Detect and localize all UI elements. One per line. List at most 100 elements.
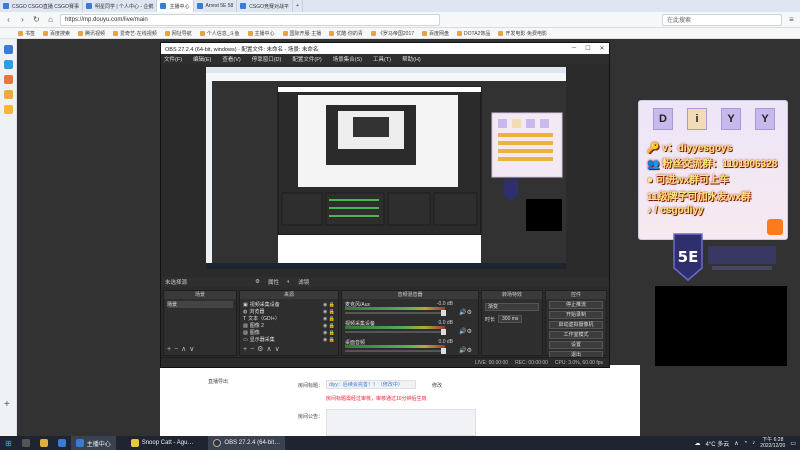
sidebar-app-icon[interactable] bbox=[3, 60, 13, 69]
sidebar-app-icon[interactable] bbox=[3, 75, 13, 84]
volume-icon[interactable]: ♪ bbox=[752, 440, 755, 446]
gear-icon[interactable]: ⚙ bbox=[255, 279, 260, 285]
bookmark-item[interactable]: 爱奇艺·在线视频 bbox=[113, 30, 157, 37]
control-button[interactable]: 停止推流 bbox=[549, 301, 603, 309]
bookmark-item[interactable]: 网址导航 bbox=[164, 30, 192, 37]
obs-menu-item[interactable]: 配置文件(P) bbox=[292, 55, 321, 63]
obs-preview[interactable] bbox=[206, 67, 566, 269]
minimize-icon[interactable]: ─ bbox=[567, 45, 581, 52]
close-icon[interactable]: ✕ bbox=[595, 45, 609, 52]
filters-button[interactable]: 滤镜 bbox=[298, 278, 309, 286]
bookmark-item[interactable]: 书签 bbox=[18, 30, 35, 37]
bookmark-item[interactable]: 优酷·你的青 bbox=[329, 30, 363, 37]
sidebar-app-icon[interactable] bbox=[3, 90, 13, 99]
taskbar-pinned[interactable] bbox=[53, 436, 71, 450]
add-icon[interactable]: + bbox=[4, 399, 10, 410]
filter-icon[interactable]: ◐ bbox=[287, 279, 290, 285]
room-title-field[interactable]: diyy：后续会完善！！（修改中） bbox=[326, 380, 416, 389]
bookmark-item[interactable]: 百度网盘 bbox=[422, 30, 449, 37]
forward-icon[interactable]: › bbox=[18, 15, 27, 24]
maximize-icon[interactable]: ☐ bbox=[581, 45, 595, 52]
visibility-lock-icon[interactable]: ◉ 🔒 bbox=[323, 323, 335, 329]
taskbar-app[interactable]: OBS 27.2.4 (64-bit… bbox=[208, 436, 286, 450]
duration-input[interactable]: 300 ms bbox=[498, 315, 523, 323]
volume-slider[interactable] bbox=[345, 312, 445, 314]
bookmark-item[interactable]: 《罗马帝国2017 bbox=[370, 30, 414, 37]
taskbar-pinned[interactable] bbox=[17, 436, 35, 450]
browser-tab[interactable]: Arrest 5E 58 bbox=[194, 0, 238, 12]
visibility-lock-icon[interactable]: ◉ 🔒 bbox=[323, 337, 335, 343]
bookmark-item[interactable]: 个人信息_斗鱼 bbox=[199, 30, 240, 37]
refresh-icon[interactable]: ↻ bbox=[32, 15, 41, 24]
menu-icon[interactable]: ≡ bbox=[787, 15, 796, 24]
sources-controls[interactable]: +−⚙∧∨ bbox=[243, 345, 283, 353]
visibility-lock-icon[interactable]: ◉ 🔒 bbox=[323, 316, 335, 322]
preview-screen-capture bbox=[206, 67, 566, 269]
taskbar-app[interactable]: Snoop Catt - Agu… bbox=[126, 436, 199, 450]
visibility-lock-icon[interactable]: ◉ 🔒 bbox=[323, 330, 335, 336]
volume-slider[interactable] bbox=[345, 350, 445, 352]
taskbar-pinned[interactable] bbox=[35, 436, 53, 450]
speaker-gear-icon[interactable]: 🔊⚙ bbox=[459, 309, 472, 316]
volume-slider-handle[interactable] bbox=[441, 310, 446, 316]
volume-slider[interactable] bbox=[345, 331, 445, 333]
network-icon[interactable]: ◔ bbox=[744, 440, 748, 446]
sidebar-app-icon[interactable] bbox=[3, 105, 13, 114]
start-button[interactable]: ⊞ bbox=[0, 436, 17, 450]
visibility-lock-icon[interactable]: ◉ 🔒 bbox=[323, 309, 335, 315]
source-item[interactable]: ◍ 浏览器 ◉ 🔒 bbox=[243, 308, 335, 316]
obs-menu-item[interactable]: 帮助(H) bbox=[402, 55, 421, 63]
tab-favicon-icon bbox=[160, 3, 167, 9]
source-item[interactable]: T 文本（GDI+） ◉ 🔒 bbox=[243, 315, 335, 323]
browser-tab-active[interactable]: 主播中心 bbox=[157, 0, 194, 12]
bookmark-item[interactable]: 腾讯视频 bbox=[78, 30, 105, 37]
scene-item[interactable]: 场景 bbox=[167, 301, 233, 308]
obs-menu-item[interactable]: 查看(V) bbox=[222, 55, 240, 63]
control-button[interactable]: 设置 bbox=[549, 341, 603, 349]
transitions-header: 转场特效 bbox=[482, 291, 542, 299]
source-item[interactable]: ▨ 图像 2 ◉ 🔒 bbox=[243, 322, 335, 330]
bookmark-item[interactable]: 国际开服·主播 bbox=[282, 30, 321, 37]
taskbar-app[interactable]: 主播中心 bbox=[70, 436, 116, 450]
browser-tab[interactable]: 明星同学 | 个人中心 - 企鹅 bbox=[83, 0, 158, 12]
bookmark-icon bbox=[329, 30, 335, 36]
obs-menu-item[interactable]: 编辑(E) bbox=[193, 55, 211, 63]
speaker-gear-icon[interactable]: 🔊⚙ bbox=[459, 328, 472, 335]
bookmark-item[interactable]: 百度搜索 bbox=[43, 30, 70, 37]
new-tab-button[interactable]: + bbox=[293, 0, 303, 12]
scenes-controls[interactable]: +−∧∨ bbox=[167, 345, 197, 353]
room-title-edit-button[interactable]: 修改 bbox=[432, 382, 442, 389]
transition-select[interactable]: 渐变 bbox=[485, 303, 539, 311]
browser-tab[interactable]: CSGO竞赛对战平 bbox=[237, 0, 294, 12]
back-icon[interactable]: ‹ bbox=[4, 15, 13, 24]
url-input[interactable]: https://mp.douyu.com/live/main bbox=[60, 13, 440, 26]
notification-icon[interactable]: ▭ bbox=[790, 440, 796, 447]
home-icon[interactable]: ⌂ bbox=[46, 15, 55, 24]
source-item[interactable]: ▨ 图像 ◉ 🔒 bbox=[243, 329, 335, 337]
tray-arrow-icon[interactable]: ∧ bbox=[734, 440, 738, 447]
source-item[interactable]: ▣ 视频采集设备 ◉ 🔒 bbox=[243, 301, 335, 309]
volume-slider-handle[interactable] bbox=[441, 329, 446, 335]
bookmark-item[interactable]: DOTA2饰品 bbox=[457, 30, 490, 37]
volume-slider-handle[interactable] bbox=[441, 348, 446, 354]
obs-menu-item[interactable]: 工具(T) bbox=[373, 55, 391, 63]
source-item[interactable]: ▭ 显示器采集 ◉ 🔒 bbox=[243, 336, 335, 344]
browser-tab[interactable]: CSGO CSGO直播 CSGO赛事 bbox=[0, 0, 83, 12]
obs-menu-item[interactable]: 文件(F) bbox=[164, 55, 182, 63]
bookmark-item[interactable]: 主播中心 bbox=[247, 30, 275, 37]
control-button[interactable]: 工作室模式 bbox=[549, 331, 603, 339]
obs-menu-item[interactable]: 场景集合(S) bbox=[333, 55, 362, 63]
clock[interactable]: 下午 6:28 2022/12/20 bbox=[760, 437, 785, 449]
speaker-gear-icon[interactable]: 🔊⚙ bbox=[459, 347, 472, 354]
visibility-lock-icon[interactable]: ◉ 🔒 bbox=[323, 302, 335, 308]
bookmark-item[interactable]: 开发电影·免费电影 bbox=[498, 30, 547, 37]
properties-button[interactable]: 属性 bbox=[268, 278, 279, 286]
taskbar: ⊞ 主播中心 Snoop Catt - Agu… OBS 27.2.4 (64-… bbox=[0, 436, 800, 450]
sidebar-app-icon[interactable] bbox=[3, 45, 13, 54]
control-button[interactable]: 启动虚拟摄像机 bbox=[549, 321, 603, 329]
search-input[interactable]: 在此搜索 bbox=[662, 13, 782, 26]
obs-menu-item[interactable]: 停靠窗口(D) bbox=[252, 55, 282, 63]
weather-text[interactable]: 4°C 多云 bbox=[706, 439, 730, 448]
control-button[interactable]: 开始录制 bbox=[549, 311, 603, 319]
announcement-field[interactable] bbox=[326, 409, 476, 436]
